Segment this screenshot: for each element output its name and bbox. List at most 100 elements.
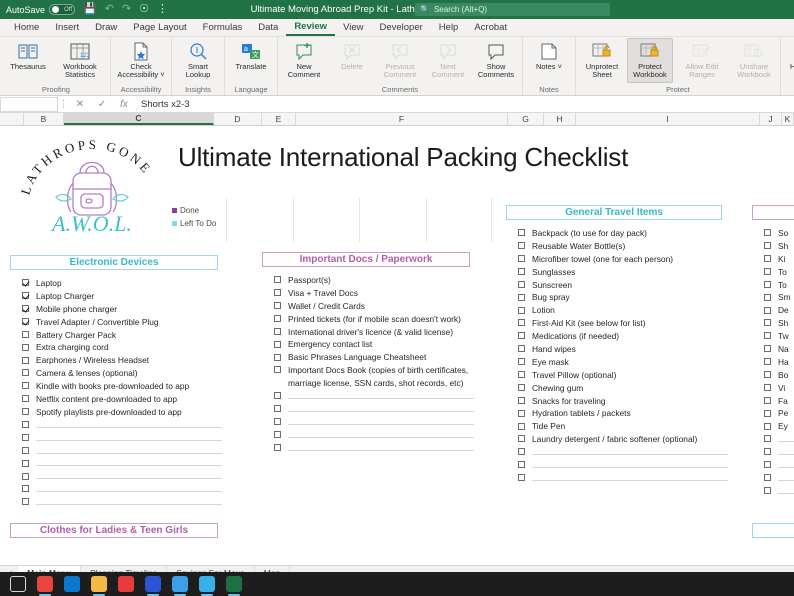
blank-write-in-line[interactable] (532, 467, 728, 468)
blank-write-in-line[interactable] (36, 427, 222, 428)
checklist-item[interactable]: Vi (764, 382, 794, 395)
ribbon-tab-developer[interactable]: Developer (371, 20, 430, 35)
checklist-item[interactable] (764, 433, 794, 446)
formula-input[interactable]: Shorts x2-3 (135, 99, 794, 110)
checkbox[interactable] (22, 279, 29, 286)
checkbox[interactable] (764, 281, 771, 288)
blank-write-in-line[interactable] (36, 465, 222, 466)
ribbon-tab-review[interactable]: Review (286, 19, 335, 36)
blank-write-in-line[interactable] (778, 467, 794, 468)
checklist-item[interactable]: Emergency contact list (274, 338, 474, 351)
checkbox[interactable] (764, 423, 771, 430)
checklist-item[interactable]: Ha (764, 356, 794, 369)
checklist-item[interactable] (764, 446, 794, 459)
checklist-item[interactable]: Passport(s) (274, 274, 474, 287)
checklist-item[interactable]: Chewing gum (518, 382, 728, 395)
checklist-item[interactable]: Na (764, 343, 794, 356)
column-header-K[interactable]: K (782, 113, 794, 125)
new-comment-button[interactable]: New Comment (281, 38, 327, 83)
blank-write-in-line[interactable] (36, 440, 222, 441)
checklist-item[interactable]: To (764, 266, 794, 279)
checkbox[interactable] (22, 408, 29, 415)
checklist-item[interactable] (518, 472, 728, 485)
checkbox[interactable] (22, 473, 29, 480)
checklist-item[interactable]: Wallet / Credit Cards (274, 300, 474, 313)
checklist-item[interactable]: Hydration tablets / packets (518, 407, 728, 420)
checkbox[interactable] (518, 255, 525, 262)
checkbox[interactable] (518, 268, 525, 275)
checkbox[interactable] (518, 345, 525, 352)
checkbox[interactable] (274, 405, 281, 412)
column-header-E[interactable]: E (262, 113, 296, 125)
checklist-item[interactable]: Important Docs Book (copies of birth cer… (274, 364, 474, 390)
blank-write-in-line[interactable] (288, 411, 474, 412)
checkbox[interactable] (764, 332, 771, 339)
checkbox[interactable] (518, 461, 525, 468)
checklist-item[interactable]: Spotify playlists pre-downloaded to app (22, 406, 222, 419)
checkbox[interactable] (22, 447, 29, 454)
ribbon-tab-acrobat[interactable]: Acrobat (466, 20, 515, 35)
blank-write-in-line[interactable] (532, 480, 728, 481)
checkbox[interactable] (764, 242, 771, 249)
checklist-item[interactable]: Microfiber towel (one for each person) (518, 253, 728, 266)
section-header-clipped-right[interactable] (752, 523, 794, 538)
checkbox[interactable] (518, 371, 525, 378)
checkbox[interactable] (764, 268, 771, 275)
checklist-item[interactable]: Hand wipes (518, 343, 728, 356)
checkbox[interactable] (764, 319, 771, 326)
checkbox[interactable] (518, 229, 525, 236)
checklist-item[interactable]: Travel Pillow (optional) (518, 369, 728, 382)
checklist-item[interactable]: Sm (764, 291, 794, 304)
search-input[interactable]: 🔍 Search (Alt+Q) (415, 3, 610, 16)
blank-write-in-line[interactable] (288, 450, 474, 451)
checklist-item[interactable] (22, 470, 222, 483)
excel-icon[interactable] (226, 576, 242, 592)
checklist-item[interactable]: Medications (if needed) (518, 330, 728, 343)
checkbox[interactable] (518, 319, 525, 326)
checklist-item[interactable]: Camera & lenses (optional) (22, 367, 222, 380)
checklist-item[interactable]: Backpack (to use for day pack) (518, 227, 728, 240)
checkbox[interactable] (274, 418, 281, 425)
name-box[interactable] (0, 97, 58, 112)
ribbon-tab-data[interactable]: Data (250, 20, 286, 35)
checkbox[interactable] (764, 474, 771, 481)
checklist-item[interactable]: Battery Charger Pack (22, 329, 222, 342)
checklist-item[interactable]: Sunglasses (518, 266, 728, 279)
checkbox[interactable] (518, 307, 525, 314)
checkbox[interactable] (764, 255, 771, 262)
checkbox[interactable] (764, 461, 771, 468)
checkbox[interactable] (518, 242, 525, 249)
checklist-item[interactable] (518, 446, 728, 459)
notes-button[interactable]: Notes ˅ (526, 38, 572, 74)
translate-button[interactable]: a文Translate (228, 38, 274, 74)
checkbox[interactable] (22, 395, 29, 402)
column-header-H[interactable]: H (544, 113, 576, 125)
checkbox[interactable] (22, 305, 29, 312)
blank-write-in-line[interactable] (778, 441, 794, 442)
checkbox[interactable] (764, 345, 771, 352)
checklist-item[interactable] (22, 419, 222, 432)
checkbox[interactable] (22, 460, 29, 467)
unprotect-sheet-button[interactable]: Unprotect Sheet (579, 38, 625, 83)
checkbox[interactable] (22, 318, 29, 325)
blank-write-in-line[interactable] (778, 480, 794, 481)
checkbox[interactable] (764, 410, 771, 417)
redo-icon[interactable]: ↷ (122, 4, 131, 15)
checklist-item[interactable] (22, 483, 222, 496)
checklist-item[interactable]: Travel Adapter / Convertible Plug (22, 316, 222, 329)
task-view-icon[interactable] (10, 576, 26, 592)
ribbon-tab-page-layout[interactable]: Page Layout (125, 20, 194, 35)
worksheet-canvas[interactable]: LATHROPS GONE A.W.O.L. Ultimate Internat… (0, 140, 794, 565)
file-explorer-icon[interactable] (91, 576, 107, 592)
column-header-B[interactable]: B (24, 113, 64, 125)
checklist-item[interactable] (22, 432, 222, 445)
ribbon-tab-formulas[interactable]: Formulas (195, 20, 251, 35)
checkbox[interactable] (764, 384, 771, 391)
checklist-item[interactable] (274, 429, 474, 442)
ribbon-tab-home[interactable]: Home (6, 20, 47, 35)
ribbon-tab-insert[interactable]: Insert (47, 20, 87, 35)
checkbox[interactable] (764, 487, 771, 494)
checkbox[interactable] (764, 397, 771, 404)
checklist-item[interactable]: Earphones / Wireless Headset (22, 354, 222, 367)
check-accessibility-button[interactable]: Check Accessibility ˅ (114, 38, 168, 83)
